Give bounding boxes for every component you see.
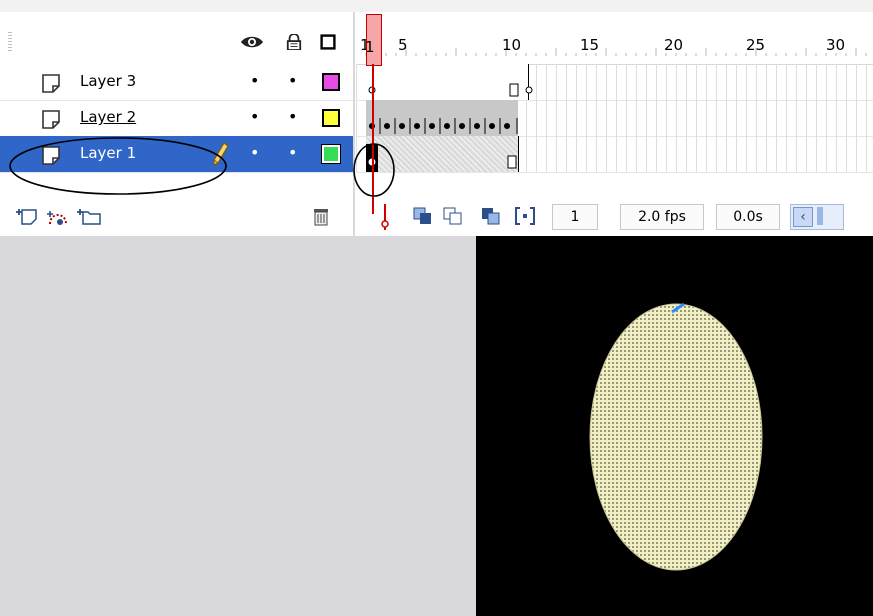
- frame-row-2[interactable]: [356, 100, 873, 137]
- frame-rate-field[interactable]: 2.0 fps: [620, 204, 704, 230]
- layer-name[interactable]: Layer 1: [80, 144, 136, 162]
- layer-name[interactable]: Layer 2: [80, 108, 136, 126]
- outline-color-swatch[interactable]: [322, 109, 340, 127]
- add-motion-guide-icon[interactable]: [46, 206, 70, 226]
- onion-skin-outlines-icon[interactable]: [442, 206, 464, 226]
- layer-icon: [42, 74, 60, 93]
- ellipse-shape[interactable]: [588, 302, 764, 572]
- frame-span[interactable]: [366, 136, 519, 172]
- keyframes: [368, 83, 533, 97]
- keyframes: [369, 118, 518, 134]
- outline-color-swatch[interactable]: [322, 145, 340, 163]
- visibility-dot[interactable]: •: [250, 109, 259, 125]
- timeline-footer: 1 2.0 fps 0.0s ‹: [356, 196, 873, 236]
- elapsed-time-field[interactable]: 0.0s: [716, 204, 780, 230]
- playhead-frame-label: 1: [365, 38, 375, 56]
- ruler-number: 10: [502, 36, 522, 54]
- pasteboard: [0, 236, 476, 616]
- layer-icon: [42, 146, 60, 165]
- lock-dot[interactable]: •: [288, 145, 297, 161]
- outline-color-swatch[interactable]: [322, 73, 340, 91]
- ruler-number: 30: [826, 36, 846, 54]
- column-separator[interactable]: [353, 12, 355, 236]
- pencil-icon: [213, 142, 229, 166]
- ruler-number: 25: [746, 36, 766, 54]
- insert-folder-icon[interactable]: [76, 206, 102, 226]
- lock-dot[interactable]: •: [288, 109, 297, 125]
- outline-icon[interactable]: [318, 34, 338, 50]
- frame-span[interactable]: [366, 100, 518, 136]
- timeline-panel: Layer 3 • • Layer 2 • • Layer 1 • • 1 5 …: [0, 0, 873, 236]
- frames-area: 1 5 10 15 20 25 30 1 2.0 fps 0.0s ‹: [356, 12, 873, 236]
- ruler-ticks: [365, 48, 867, 56]
- playhead-line: [372, 64, 374, 214]
- onion-skin-icon[interactable]: [412, 206, 434, 226]
- lock-dot[interactable]: •: [288, 73, 297, 89]
- current-frame-field[interactable]: 1: [552, 204, 598, 230]
- insert-layer-icon[interactable]: [14, 206, 40, 226]
- modify-onion-markers-icon[interactable]: [514, 206, 536, 226]
- horizontal-scrollbar[interactable]: ‹: [790, 204, 844, 230]
- layer-icon: [42, 110, 60, 129]
- edit-multiple-frames-icon[interactable]: [480, 206, 502, 226]
- trash-icon[interactable]: [312, 206, 330, 226]
- layers-column: Layer 3 • • Layer 2 • • Layer 1 • •: [0, 12, 353, 236]
- layer-toolbar: [0, 196, 353, 236]
- frame-row-1[interactable]: [356, 136, 873, 173]
- frame-span[interactable]: [366, 64, 533, 100]
- frame-row-3[interactable]: [356, 64, 873, 101]
- ruler-number: 20: [664, 36, 684, 54]
- layer-row-2[interactable]: Layer 2 • •: [0, 100, 353, 137]
- keyframes: [366, 144, 517, 172]
- layers-header: [0, 12, 353, 64]
- scroll-thumb[interactable]: [817, 207, 823, 225]
- layer-row-3[interactable]: Layer 3 • •: [0, 64, 353, 101]
- ruler-number: 5: [398, 36, 408, 54]
- visibility-dot[interactable]: •: [250, 145, 259, 161]
- lock-icon[interactable]: [285, 34, 303, 50]
- scroll-left-button[interactable]: ‹: [793, 207, 813, 227]
- eye-icon[interactable]: [240, 34, 264, 50]
- visibility-dot[interactable]: •: [250, 73, 259, 89]
- ruler-number: 15: [580, 36, 600, 54]
- frame-ruler[interactable]: 1 5 10 15 20 25 30: [356, 12, 873, 65]
- panel-top-strip: [0, 0, 873, 12]
- layer-row-1[interactable]: Layer 1 • •: [0, 136, 353, 173]
- layer-name[interactable]: Layer 3: [80, 72, 136, 90]
- panel-grip[interactable]: [8, 32, 12, 52]
- center-frame-icon[interactable]: [376, 204, 394, 230]
